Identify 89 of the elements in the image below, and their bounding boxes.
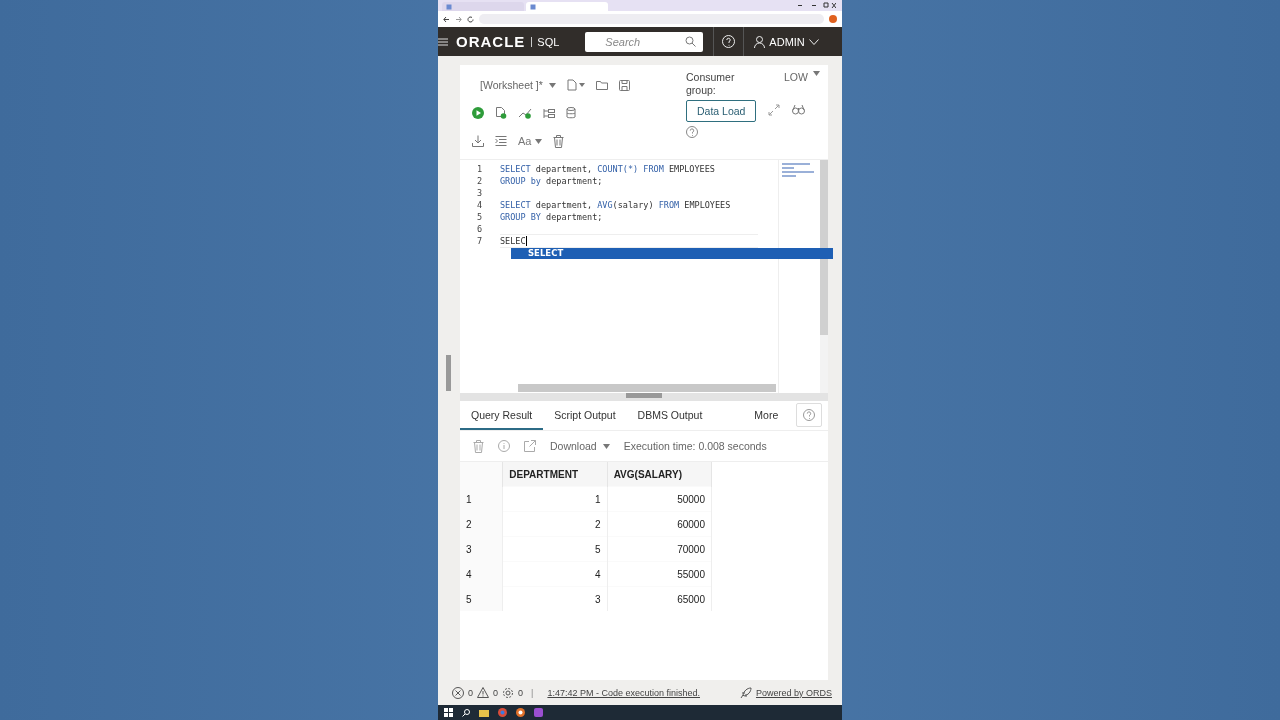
back-icon[interactable] xyxy=(443,15,450,23)
execution-time: Execution time: 0.008 seconds xyxy=(623,440,767,452)
chevron-down-icon[interactable] xyxy=(808,38,819,45)
result-tab[interactable]: Script Output xyxy=(543,409,627,430)
worksheet-selector[interactable]: [Worksheet ]* xyxy=(480,79,556,91)
row-number: 1 xyxy=(460,486,503,512)
search-icon[interactable] xyxy=(462,708,470,717)
oracle-logo: ORACLE xyxy=(456,33,526,50)
table-cell: 55000 xyxy=(607,561,712,587)
separator: | xyxy=(531,687,534,698)
table-cell: 1 xyxy=(502,486,608,512)
table-cell: 65000 xyxy=(607,586,712,611)
column-header[interactable]: AVG(SALARY) xyxy=(607,462,712,487)
user-name[interactable]: ADMIN xyxy=(769,35,805,48)
download-button[interactable]: Download xyxy=(550,440,610,452)
line-number: 3 xyxy=(475,188,483,198)
caret-icon[interactable] xyxy=(535,138,543,144)
row-number: 2 xyxy=(460,511,503,537)
code-line: SELEC xyxy=(500,236,526,246)
result-tab[interactable]: DBMS Output xyxy=(626,409,714,430)
expand-icon[interactable] xyxy=(768,103,781,116)
status-message-link[interactable]: 1:47:42 PM - Code execution finished. xyxy=(547,687,700,698)
windows-start-icon[interactable] xyxy=(444,708,453,717)
line-number: 6 xyxy=(475,224,483,234)
open-external-icon[interactable] xyxy=(524,440,536,452)
page-icon[interactable] xyxy=(446,3,452,10)
table-cell: 70000 xyxy=(607,536,712,562)
code-line: SELECT department, COUNT(*) FROM EMPLOYEES xyxy=(500,164,715,174)
trash-icon[interactable] xyxy=(473,439,484,453)
scrollbar-thumb[interactable] xyxy=(518,384,776,392)
browser-tab[interactable] xyxy=(526,2,608,11)
save-icon[interactable] xyxy=(618,79,630,91)
panel-splitter[interactable] xyxy=(446,354,451,391)
folder-icon[interactable] xyxy=(479,708,489,717)
window-controls-icon[interactable] xyxy=(796,2,836,9)
warning-icon[interactable] xyxy=(477,687,489,698)
user-icon[interactable] xyxy=(754,35,766,48)
scrollbar-thumb[interactable] xyxy=(820,160,828,335)
new-file-icon[interactable] xyxy=(566,79,585,91)
error-count: 0 xyxy=(468,687,473,698)
trash-icon[interactable] xyxy=(553,134,565,148)
result-tab[interactable]: Query Result xyxy=(460,409,544,430)
row-number: 5 xyxy=(460,586,503,611)
format-icon[interactable] xyxy=(495,136,507,146)
forward-icon[interactable] xyxy=(455,15,462,23)
error-icon[interactable] xyxy=(452,686,464,699)
menu-icon[interactable] xyxy=(438,37,448,46)
line-number: 4 xyxy=(475,200,483,210)
line-number: 5 xyxy=(475,212,483,222)
folder-icon[interactable] xyxy=(595,80,608,90)
info-count: 0 xyxy=(518,687,524,698)
app-icon[interactable] xyxy=(534,708,543,717)
caret-icon[interactable] xyxy=(548,82,556,88)
row-number: 4 xyxy=(460,561,503,587)
table-cell: 4 xyxy=(502,561,608,587)
table-cell: 60000 xyxy=(607,511,712,537)
powered-by-link[interactable]: Powered by ORDS xyxy=(755,687,832,698)
consumer-group-label: Consumer group: xyxy=(686,71,736,97)
data-load-button[interactable]: Data Load xyxy=(686,100,757,122)
line-number: 2 xyxy=(475,176,483,186)
table-cell: 2 xyxy=(502,511,608,537)
caret-icon[interactable] xyxy=(812,71,820,76)
table-cell: 50000 xyxy=(607,486,712,512)
gear-icon[interactable] xyxy=(502,686,515,699)
product-name: SQL xyxy=(531,36,560,47)
font-size-button[interactable]: Aa xyxy=(518,135,543,147)
column-header[interactable]: DEPARTMENT xyxy=(502,462,608,487)
code-line: SELECT department, AVG(salary) FROM EMPLOYEES xyxy=(500,200,731,210)
download-icon[interactable] xyxy=(472,135,484,147)
line-number: 7 xyxy=(475,236,483,246)
run-icon[interactable] xyxy=(472,107,484,119)
code-line: GROUP BY department; xyxy=(500,212,603,222)
binoculars-icon[interactable] xyxy=(792,104,806,115)
warning-count: 0 xyxy=(493,687,499,698)
reload-icon[interactable] xyxy=(467,15,474,23)
tree-icon[interactable] xyxy=(543,107,555,119)
search-field[interactable]: Search xyxy=(585,31,704,52)
row-number: 3 xyxy=(460,536,503,562)
line-number: 1 xyxy=(475,164,483,174)
profile-icon[interactable] xyxy=(829,15,837,23)
table-cell: 3 xyxy=(502,586,608,611)
result-tab[interactable]: More xyxy=(743,409,790,430)
caret-icon[interactable] xyxy=(602,443,610,449)
code-line: GROUP by department; xyxy=(500,176,603,186)
database-icon[interactable] xyxy=(566,107,579,119)
consumer-group-selector[interactable]: LOW xyxy=(784,71,828,97)
table-cell: 5 xyxy=(502,536,608,562)
autocomplete-item[interactable]: SELECT xyxy=(511,248,833,259)
page-icon[interactable] xyxy=(530,3,536,10)
